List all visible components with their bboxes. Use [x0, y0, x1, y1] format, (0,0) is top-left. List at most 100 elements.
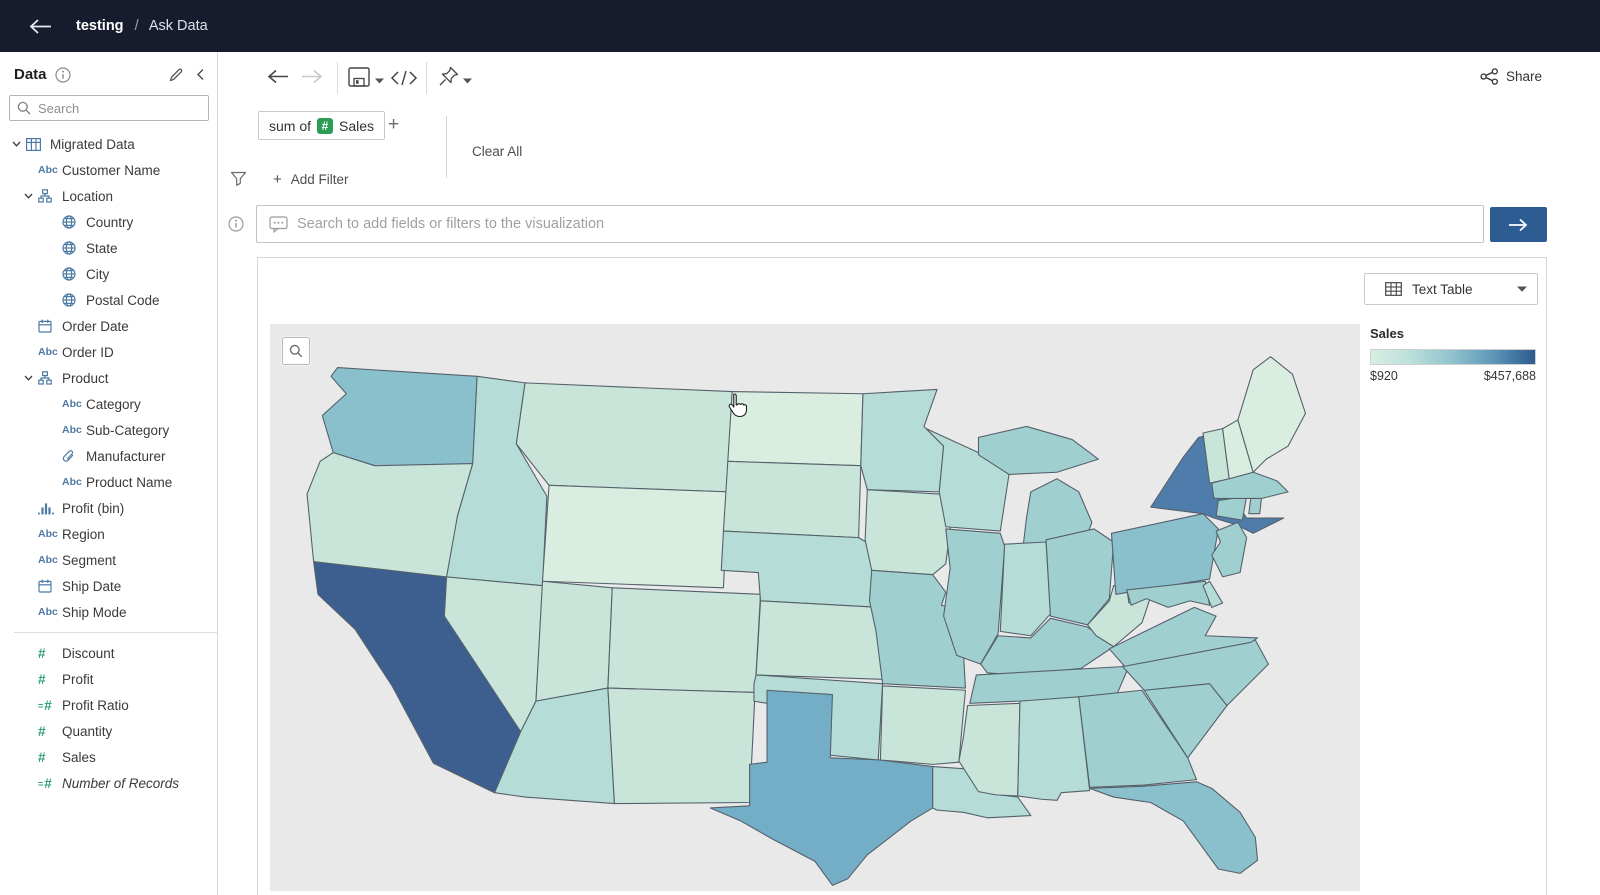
field-item-order-date[interactable]: Order Date	[0, 313, 217, 339]
filter-funnel-icon	[230, 171, 247, 192]
field-item-ship-mode[interactable]: Abc Ship Mode	[0, 599, 217, 625]
redo-arrow-icon[interactable]	[300, 68, 324, 85]
field-item-profit-ratio[interactable]: =# Profit Ratio	[0, 692, 217, 718]
code-icon[interactable]	[390, 70, 418, 86]
state-al[interactable]	[1017, 696, 1091, 801]
arrow-right-icon	[1509, 218, 1528, 231]
info-icon[interactable]	[228, 216, 244, 237]
state-nm[interactable]	[607, 687, 756, 805]
abc-icon: Abc	[62, 398, 82, 410]
globe-icon	[60, 241, 86, 255]
submit-query-button[interactable]	[1490, 207, 1547, 242]
data-search-input[interactable]	[9, 95, 209, 121]
state-ks[interactable]	[755, 600, 888, 680]
field-item-number-of-records[interactable]: =# Number of Records	[0, 770, 217, 796]
field-item-sub-category[interactable]: Abc Sub-Category	[0, 417, 217, 443]
state-wy[interactable]	[541, 484, 729, 589]
viz-type-label: Text Table	[1412, 281, 1473, 297]
state-nj[interactable]	[1211, 521, 1248, 578]
state-mn[interactable]	[860, 388, 945, 493]
field-label: Profit (bin)	[62, 500, 125, 516]
expand-chevron-icon[interactable]	[20, 193, 36, 199]
save-icon[interactable]	[348, 67, 384, 87]
field-item-sales[interactable]: # Sales	[0, 744, 217, 770]
share-button[interactable]: Share	[1480, 68, 1542, 85]
expand-chevron-icon[interactable]	[20, 375, 36, 381]
measure-hash-icon: #	[317, 117, 334, 134]
field-item-discount[interactable]: # Discount	[0, 640, 217, 666]
field-item-product-name[interactable]: Abc Product Name	[0, 469, 217, 495]
field-label: Location	[62, 188, 114, 204]
field-item-city[interactable]: City	[0, 261, 217, 287]
viz-type-dropdown[interactable]: Text Table	[1364, 273, 1538, 305]
info-icon[interactable]	[54, 66, 71, 83]
field-item-state[interactable]: State	[0, 235, 217, 261]
field-item-product[interactable]: Product	[0, 365, 217, 391]
field-item-quantity[interactable]: # Quantity	[0, 718, 217, 744]
equals-hash-icon: =#	[38, 775, 52, 791]
undo-arrow-icon[interactable]	[266, 68, 290, 85]
field-item-migrated-data[interactable]: Migrated Data	[0, 131, 217, 157]
ask-data-search-input[interactable]	[297, 207, 1483, 241]
calendar-icon	[36, 319, 62, 333]
state-in[interactable]	[999, 541, 1051, 637]
state-mt[interactable]	[515, 382, 733, 493]
field-item-profit[interactable]: # Profit	[0, 666, 217, 692]
abc-icon: Abc	[38, 528, 58, 540]
clear-all-button[interactable]: Clear All	[472, 144, 522, 159]
state-me[interactable]	[1237, 356, 1307, 473]
state-ct[interactable]	[1215, 495, 1248, 521]
field-item-manufacturer[interactable]: Manufacturer	[0, 443, 217, 469]
field-item-ship-date[interactable]: Ship Date	[0, 573, 217, 599]
field-item-region[interactable]: Abc Region	[0, 521, 217, 547]
state-nd[interactable]	[727, 391, 864, 467]
field-label: Segment	[62, 552, 117, 568]
field-item-country[interactable]: Country	[0, 209, 217, 235]
hierarchy-icon	[36, 371, 62, 385]
state-sd[interactable]	[722, 460, 862, 539]
field-item-customer-name[interactable]: Abc Customer Name	[0, 157, 217, 183]
breadcrumb-page: Ask Data	[148, 18, 208, 34]
hierarchy-icon	[36, 189, 62, 203]
field-item-postal-code[interactable]: Postal Code	[0, 287, 217, 313]
query-pill-sum-of-sales[interactable]: sum of # Sales	[258, 111, 386, 140]
add-filter-button[interactable]: + Add Filter	[273, 171, 349, 188]
field-label: State	[86, 240, 118, 256]
color-legend: Sales $920 $457,688	[1370, 326, 1538, 383]
back-arrow-icon[interactable]	[28, 16, 58, 36]
add-expression-button[interactable]: +	[388, 113, 399, 137]
field-label: Ship Date	[62, 578, 122, 594]
state-or[interactable]	[306, 452, 474, 580]
field-item-segment[interactable]: Abc Segment	[0, 547, 217, 573]
pin-icon[interactable]	[438, 66, 472, 87]
field-item-profit-bin-[interactable]: Profit (bin)	[0, 495, 217, 521]
state-co[interactable]	[607, 587, 762, 693]
text-table-icon	[1385, 282, 1402, 296]
ask-data-search-box	[256, 205, 1484, 243]
field-label: Product	[62, 370, 109, 386]
field-label: Discount	[62, 645, 115, 661]
map-zoom-button[interactable]	[282, 337, 310, 365]
hash-icon: #	[38, 671, 46, 687]
state-ut[interactable]	[535, 580, 613, 702]
expand-chevron-icon[interactable]	[8, 141, 24, 147]
field-item-order-id[interactable]: Abc Order ID	[0, 339, 217, 365]
map-canvas[interactable]	[270, 324, 1360, 891]
abc-icon: Abc	[38, 554, 58, 566]
collapse-pane-icon[interactable]	[196, 68, 205, 81]
field-label: Migrated Data	[50, 136, 135, 152]
ask-data-window: testing / Ask Data Data Migrated Data	[0, 0, 1600, 895]
state-ia[interactable]	[864, 489, 953, 576]
us-choropleth-map[interactable]	[270, 324, 1360, 891]
legend-gradient[interactable]	[1370, 349, 1536, 365]
field-item-location[interactable]: Location	[0, 183, 217, 209]
edit-pencil-icon[interactable]	[168, 67, 184, 83]
field-item-category[interactable]: Abc Category	[0, 391, 217, 417]
breadcrumb-workbook[interactable]: testing	[76, 18, 124, 34]
globe-icon	[60, 293, 86, 307]
state-ar[interactable]	[879, 685, 966, 765]
state-fl[interactable]	[1089, 781, 1259, 874]
hash-icon: #	[38, 645, 46, 661]
field-label: Region	[62, 526, 105, 542]
ask-data-bubble-icon	[269, 215, 288, 233]
